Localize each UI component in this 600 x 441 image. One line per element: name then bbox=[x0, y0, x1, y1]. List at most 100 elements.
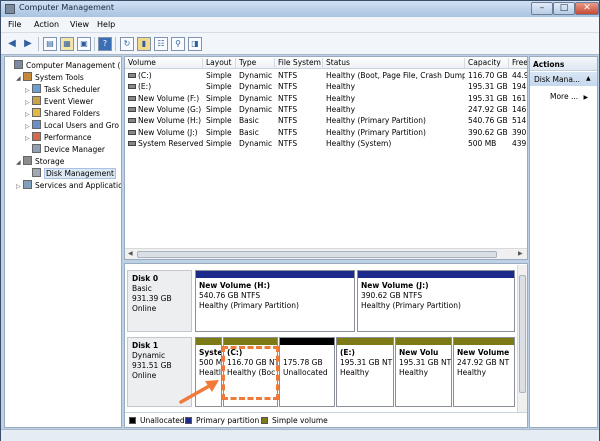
help-icon[interactable]: ? bbox=[98, 37, 112, 51]
column-header[interactable]: Free bbox=[509, 58, 527, 69]
vertical-scrollbar[interactable] bbox=[517, 265, 527, 413]
expand-arrow-icon[interactable]: ▷ bbox=[16, 183, 23, 190]
cell-text: Simple bbox=[206, 138, 232, 148]
cell-text: 540.76 GB bbox=[468, 116, 508, 126]
horizontal-scroll-thumb[interactable] bbox=[137, 251, 497, 258]
tree-item-label: Device Manager bbox=[44, 145, 105, 154]
cell-text: New Volume (H:) bbox=[138, 116, 202, 126]
expand-arrow-icon[interactable]: ▷ bbox=[25, 135, 32, 142]
column-header[interactable]: Status bbox=[323, 58, 465, 69]
collapse-icon[interactable]: ▲ bbox=[586, 75, 591, 82]
partition-block[interactable]: New Volume 247.92 GB NT Healthy bbox=[453, 337, 515, 407]
show-tree-icon[interactable]: ▦ bbox=[60, 37, 74, 51]
menu-help[interactable]: Help bbox=[97, 20, 115, 29]
table-row[interactable]: New Volume (F:) Simple Dynamic NTFS Healthy 1… bbox=[125, 94, 527, 105]
expand-arrow-icon[interactable]: ◢ bbox=[16, 159, 23, 166]
expand-arrow-icon[interactable]: ▷ bbox=[25, 111, 32, 118]
menu-bar: File Action View Help bbox=[1, 17, 599, 33]
tree-item[interactable]: Device Manager bbox=[25, 144, 105, 156]
open-folder-icon[interactable]: ▮ bbox=[137, 37, 151, 51]
expand-arrow-icon[interactable]: ▷ bbox=[25, 99, 32, 106]
disk-label[interactable]: Disk 0 Basic 931.39 GB Online bbox=[127, 270, 192, 332]
minimize-button[interactable]: – bbox=[531, 2, 553, 15]
scroll-right-icon[interactable]: ▶ bbox=[518, 250, 523, 257]
console-tree[interactable]: Computer Management (L ◢ System Tools ▷ Task… bbox=[4, 56, 122, 428]
tree-item[interactable]: ▷ Local Users and Gro bbox=[25, 120, 119, 132]
tree-item[interactable]: Disk Management bbox=[25, 168, 116, 180]
vertical-scroll-thumb[interactable] bbox=[519, 275, 526, 393]
table-cell: Simple bbox=[203, 94, 236, 103]
partition-block[interactable]: New Volu 195.31 GB NT Healthy bbox=[395, 337, 452, 407]
table-cell: Healthy (System) bbox=[323, 139, 465, 148]
cell-text: 514. bbox=[512, 116, 528, 126]
maximize-button[interactable]: □ bbox=[553, 2, 575, 15]
column-header[interactable]: Capacity bbox=[465, 58, 509, 69]
partition-block[interactable]: New Volume (H:) 540.76 GB NTFS Healthy (Pr… bbox=[195, 270, 355, 332]
performance-icon bbox=[32, 132, 41, 141]
column-header[interactable]: Volume bbox=[125, 58, 203, 69]
cell-text: Healthy (Primary Partition) bbox=[326, 116, 426, 126]
expand-arrow-icon[interactable]: ▷ bbox=[25, 123, 32, 130]
tree-item-label: Services and Applicatio bbox=[35, 181, 122, 190]
table-row[interactable]: New Volume (J:) Simple Basic NTFS Healthy (P… bbox=[125, 127, 527, 139]
window-title: Computer Management bbox=[19, 3, 115, 12]
close-button[interactable]: ✕ bbox=[575, 2, 599, 15]
partition-color-bar bbox=[396, 338, 451, 345]
disk-view-icon[interactable]: ◨ bbox=[188, 37, 202, 51]
cell-text: NTFS bbox=[278, 127, 298, 137]
partition-block[interactable]: 175.78 GB Unallocated bbox=[279, 337, 335, 407]
table-cell: 44.9 bbox=[509, 71, 527, 80]
partition-block[interactable]: (E:) 195.31 GB NT Healthy bbox=[336, 337, 394, 407]
tree-item[interactable]: ▷ Task Scheduler bbox=[25, 84, 100, 96]
tree-item[interactable]: Computer Management (L bbox=[7, 60, 121, 72]
table-row[interactable]: (E:) Simple Dynamic NTFS Healthy 195.31 GB 194… bbox=[125, 82, 527, 93]
rescan-icon[interactable]: ☷ bbox=[154, 37, 168, 51]
menu-file[interactable]: File bbox=[8, 20, 21, 29]
table-cell: Healthy bbox=[323, 94, 465, 103]
volume-icon bbox=[128, 95, 136, 101]
menu-action[interactable]: Action bbox=[34, 20, 59, 29]
clock-icon bbox=[32, 84, 41, 93]
tree-item[interactable]: ▷ Services and Applicatio bbox=[16, 180, 122, 192]
scroll-left-icon[interactable]: ◀ bbox=[128, 250, 133, 257]
cell-text: New Volume (G:) bbox=[138, 104, 202, 114]
properties-icon[interactable]: ▣ bbox=[77, 37, 91, 51]
up-level-icon[interactable]: ▤ bbox=[43, 37, 57, 51]
legend-label: Unallocated bbox=[140, 416, 185, 425]
tree-item[interactable]: ▷ Performance bbox=[25, 132, 92, 144]
horizontal-scrollbar[interactable]: ◀ ▶ bbox=[125, 248, 527, 259]
title-bar[interactable]: Computer Management – □ ✕ bbox=[1, 1, 599, 17]
menu-view[interactable]: View bbox=[70, 20, 89, 29]
forward-arrow-icon[interactable]: ▶ bbox=[21, 37, 35, 51]
expand-arrow-icon[interactable]: ◢ bbox=[16, 75, 23, 82]
tree-item[interactable]: ◢ Storage bbox=[16, 156, 64, 168]
refresh-icon[interactable]: ↻ bbox=[120, 37, 134, 51]
tree-item[interactable]: ▷ Shared Folders bbox=[25, 108, 100, 120]
disk-kind: Dynamic bbox=[132, 351, 166, 360]
cell-text: Simple bbox=[206, 93, 232, 103]
actions-disk-management[interactable]: Disk Mana... ▲ bbox=[530, 72, 597, 86]
column-header[interactable]: Type bbox=[236, 58, 275, 69]
tree-item[interactable]: ◢ System Tools bbox=[16, 72, 84, 84]
services-icon bbox=[23, 180, 32, 189]
partition-line3: Healthy (Primary Partition) bbox=[199, 301, 299, 310]
tree-item[interactable]: ▷ Event Viewer bbox=[25, 96, 93, 108]
cell-text: 390.62 GB bbox=[468, 127, 508, 137]
table-row[interactable]: System Reserved Simple Dynamic NTFS Healthy … bbox=[125, 138, 527, 150]
cell-text: New Volume (J:) bbox=[138, 127, 198, 137]
table-row[interactable]: (C:) Simple Dynamic NTFS Healthy (Boot, Page… bbox=[125, 71, 527, 82]
table-cell: NTFS bbox=[275, 94, 323, 103]
partition-block[interactable]: New Volume (J:) 390.62 GB NTFS Healthy (Pr… bbox=[357, 270, 515, 332]
disk-kind: Basic bbox=[132, 284, 152, 293]
expand-arrow-icon[interactable]: ▷ bbox=[25, 87, 32, 94]
table-row[interactable]: New Volume (H:) Simple Basic NTFS Healthy (P… bbox=[125, 116, 528, 127]
table-cell: New Volume (H:) bbox=[125, 116, 203, 125]
table-row[interactable]: New Volume (G:) Simple Dynamic NTFS Healthy 2… bbox=[125, 104, 527, 116]
partition-title: Syste bbox=[199, 348, 222, 357]
search-icon[interactable]: ⚲ bbox=[171, 37, 185, 51]
more-actions-link[interactable]: More ... ▶ bbox=[550, 92, 588, 101]
back-arrow-icon[interactable]: ◀ bbox=[5, 37, 19, 51]
volume-list[interactable]: Volume Layout Type File System Status Capacit… bbox=[124, 56, 528, 260]
column-header[interactable]: Layout bbox=[203, 58, 236, 69]
column-header[interactable]: File System bbox=[275, 58, 323, 69]
